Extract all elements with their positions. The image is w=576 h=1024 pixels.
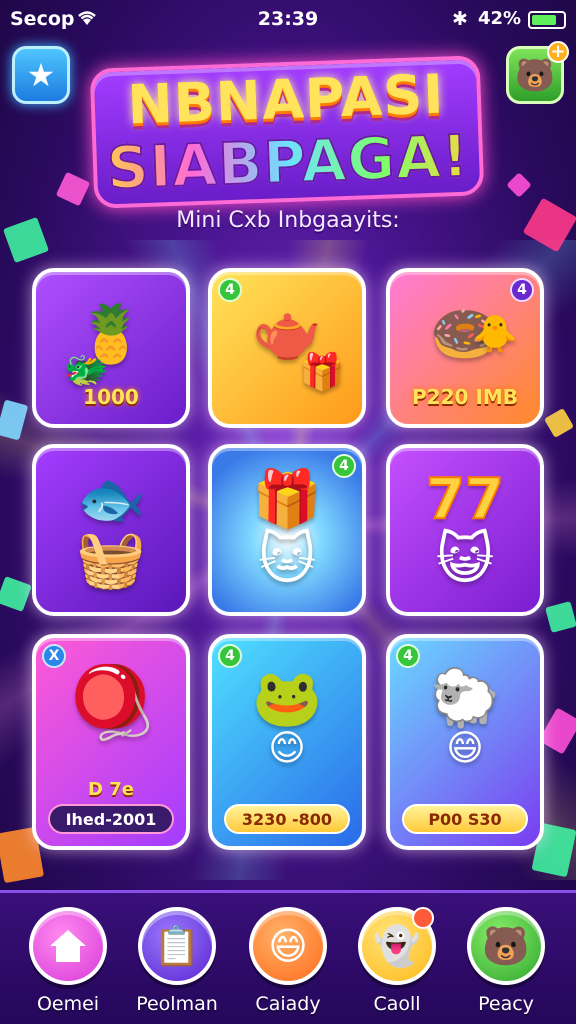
card-label: P220 IMB (412, 385, 518, 409)
cat-icon: 🐱 (257, 527, 317, 592)
sheep-icon: 🐑 (430, 666, 500, 731)
add-friend-button[interactable]: 🐻 + (506, 41, 569, 104)
confetti-piece (538, 707, 576, 755)
subtitle: Mini Cxb Inbgaayits: (176, 208, 400, 233)
game-card-9[interactable]: 4 🐑 😄 P00 S30 (386, 634, 544, 850)
battery-icon (528, 11, 566, 29)
card-label: P00 S30 (402, 804, 528, 834)
gift-icon: 🎁 (299, 352, 345, 393)
game-title-banner: NBNAPASI SIABPAGA! (89, 55, 485, 209)
game-card-1[interactable]: 🍍 🐲 1000 (32, 268, 190, 428)
game-card-4[interactable]: 🐟 🧺 (32, 444, 190, 616)
nav-label: Oemei (36, 993, 100, 1015)
battery-percent: 42% (478, 8, 522, 29)
game-card-3[interactable]: 4 🍩 🐥 P220 IMB (386, 268, 544, 428)
friend-icon: 🐻 (515, 56, 555, 94)
frog-icon: 🐸 (252, 666, 322, 731)
cat-face-icon: 😺 (435, 527, 495, 592)
smile-icon: 😄 (249, 907, 327, 985)
nav-label: Caoll (373, 993, 421, 1015)
nav-item-caoll[interactable]: 👻 Caoll (347, 907, 447, 1015)
nav-label: Caiady (255, 993, 321, 1015)
nav-item-caiady[interactable]: 😄 Caiady (238, 907, 338, 1015)
confetti-piece (543, 407, 575, 439)
bear-icon: 🐻 (467, 907, 545, 985)
fish-icon: 🐟 (76, 467, 146, 532)
lucky-number-icon: 77 (425, 467, 505, 532)
ghost-icon: 👻 (358, 907, 436, 985)
confetti-piece (545, 601, 576, 633)
clipboard-icon: 📋 (138, 907, 216, 985)
confetti-piece (0, 399, 29, 441)
card-label: Ihed-2001 (48, 804, 174, 834)
notification-dot (412, 907, 434, 929)
status-bar: Secop 23:39 ✱ 42% (0, 0, 576, 40)
bluetooth-icon: ✱ (452, 8, 468, 30)
game-card-2[interactable]: 4 🫖 🎁 (208, 268, 366, 428)
card-sub-label: D 7e (88, 779, 134, 800)
game-card-8[interactable]: 4 🐸 😊 3230 -800 (208, 634, 366, 850)
confetti-piece (55, 171, 91, 207)
game-card-5[interactable]: 4 🎁 🐱 (208, 444, 366, 616)
nav-label: Peolman (136, 993, 218, 1015)
nav-item-peolman[interactable]: 📋 Peolman (127, 907, 227, 1015)
happy-face-icon: 😄 (446, 728, 484, 769)
bottom-nav: Oemei 📋 Peolman 😄 Caiady 👻 Caoll 🐻 Peacy (0, 890, 576, 1024)
home-icon (29, 907, 107, 985)
nav-label: Peacy (478, 993, 534, 1015)
card-label: 3230 -800 (224, 804, 350, 834)
plus-icon: + (547, 41, 569, 63)
star-icon: ★ (26, 56, 56, 94)
basket-icon: 🧺 (76, 527, 146, 592)
game-card-6[interactable]: 77 😺 (386, 444, 544, 616)
ball-icon: 🪀 (67, 661, 155, 743)
game-title-line2: SIABPAGA! (96, 121, 480, 204)
confetti-piece (506, 172, 532, 198)
nav-item-home[interactable]: Oemei (18, 907, 118, 1015)
gift-icon: 🎁 (252, 467, 322, 532)
chick-icon: 🐥 (472, 314, 518, 355)
favorites-button[interactable]: ★ (12, 46, 70, 104)
card-label: 1000 (83, 385, 139, 409)
smile-icon: 😊 (268, 728, 306, 769)
nav-item-peacy[interactable]: 🐻 Peacy (456, 907, 556, 1015)
confetti-piece (0, 576, 32, 612)
game-card-7[interactable]: X 🪀 D 7e Ihed-2001 (32, 634, 190, 850)
